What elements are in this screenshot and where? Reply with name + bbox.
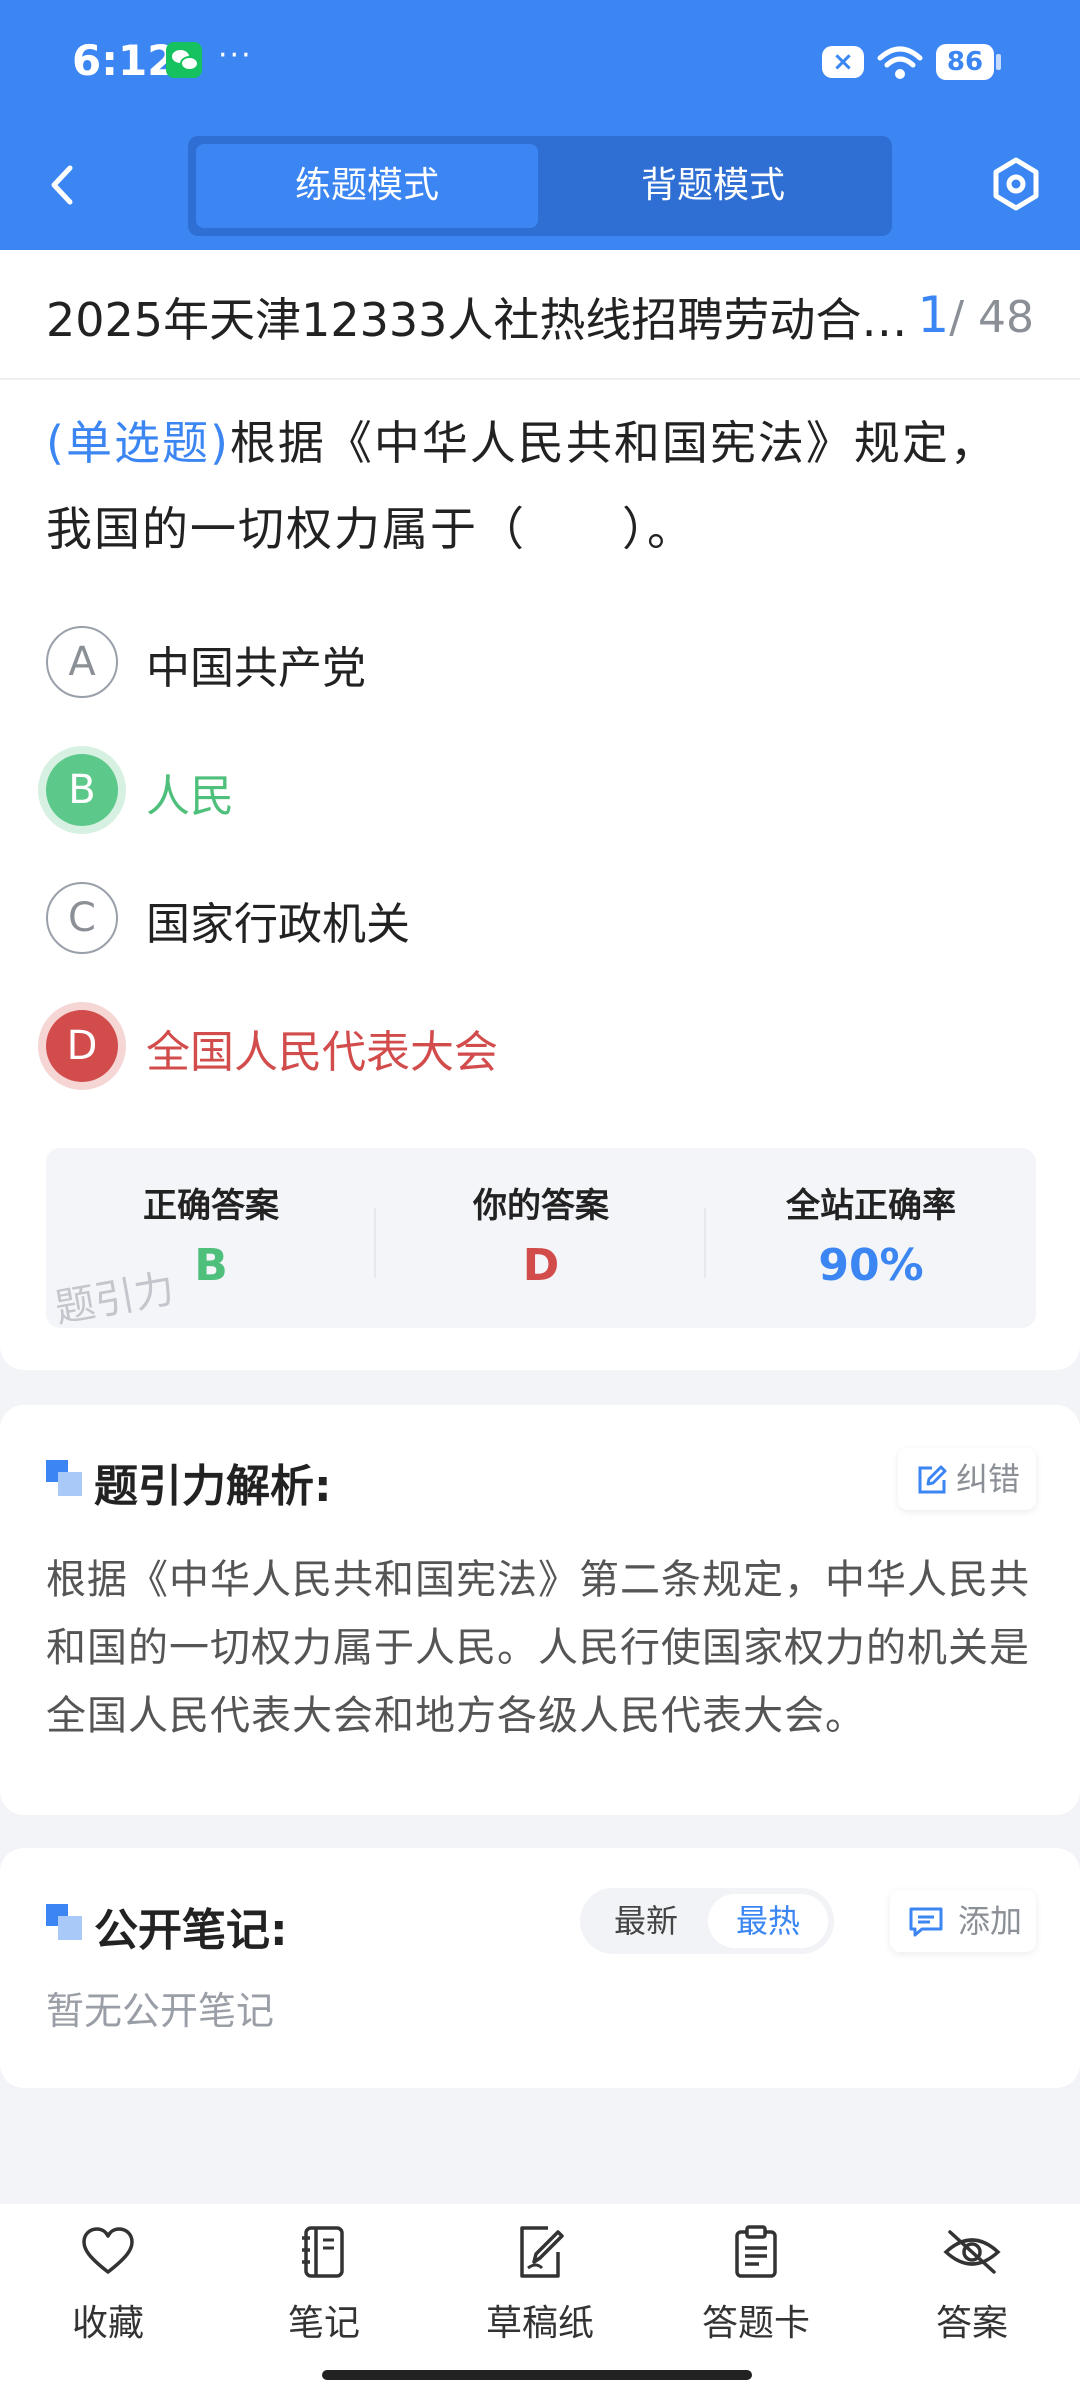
wifi-icon xyxy=(877,46,923,79)
status-time: 6:12 xyxy=(72,36,177,85)
sort-newest[interactable]: 最新 xyxy=(586,1894,706,1948)
option-text: 人民 xyxy=(146,771,234,822)
status-bar: 6:12 ··· × 86 xyxy=(0,0,1080,125)
your-answer-col: 你的答案 D xyxy=(376,1148,706,1328)
mute-icon: × xyxy=(822,46,864,78)
total-questions: / 48 xyxy=(949,292,1034,343)
question-type: (单选题) xyxy=(46,416,230,470)
draft-paper-button[interactable]: 草稿纸 xyxy=(450,2224,630,2374)
correct-answer-label: 正确答案 xyxy=(143,1186,279,1226)
add-note-label: 添加 xyxy=(958,1902,1023,1940)
show-answer-button[interactable]: 答案 xyxy=(882,2224,1062,2374)
notes-button[interactable]: 笔记 xyxy=(234,2224,414,2374)
accuracy-value: 90% xyxy=(818,1240,924,1291)
answer-summary: 正确答案 B 你的答案 D 全站正确率 90% 题引力 xyxy=(46,1148,1036,1332)
option-letter: D xyxy=(46,1010,118,1082)
tab-practice-mode[interactable]: 练题模式 xyxy=(196,144,538,228)
battery-cap xyxy=(996,54,1001,70)
exam-title: 2025年天津12333人社热线招聘劳动合同制... xyxy=(46,293,916,347)
section-icon xyxy=(46,1460,82,1496)
exam-title-row: 2025年天津12333人社热线招聘劳动合同制... 1/ 48 xyxy=(0,250,1080,380)
empty-notes-text: 暂无公开笔记 xyxy=(46,1989,275,2033)
notebook-icon xyxy=(302,2226,344,2278)
section-icon xyxy=(46,1904,82,1940)
sort-hottest[interactable]: 最热 xyxy=(708,1894,828,1948)
option-letter: B xyxy=(46,754,118,826)
report-error-button[interactable]: 纠错 xyxy=(898,1448,1036,1510)
favorite-label: 收藏 xyxy=(71,2303,144,2344)
accuracy-label: 全站正确率 xyxy=(786,1186,956,1226)
home-indicator[interactable] xyxy=(322,2370,752,2380)
favorite-button[interactable]: 收藏 xyxy=(18,2224,198,2374)
option-text: 国家行政机关 xyxy=(146,899,410,950)
eye-off-icon xyxy=(943,2230,1001,2274)
notes-title: 公开笔记: xyxy=(94,1905,288,1956)
current-question-number: 1 xyxy=(917,286,950,344)
comment-icon xyxy=(909,1907,943,1937)
option-c[interactable]: C 国家行政机关 xyxy=(46,882,946,958)
notes-card xyxy=(0,1848,1080,2088)
wechat-icon xyxy=(166,42,202,78)
header: 6:12 ··· × 86 练题模式 背题模式 xyxy=(0,0,1080,250)
option-b[interactable]: B 人民 xyxy=(46,754,946,830)
option-a[interactable]: A 中国共产党 xyxy=(46,626,946,702)
settings-icon[interactable] xyxy=(990,156,1042,212)
question-text: (单选题)根据《中华人民共和国宪法》规定，我国的一切权力属于（ ）。 xyxy=(46,400,1036,572)
back-icon[interactable] xyxy=(42,160,82,210)
report-error-label: 纠错 xyxy=(956,1460,1021,1498)
answer-sheet-icon xyxy=(735,2225,777,2278)
option-d[interactable]: D 全国人民代表大会 xyxy=(46,1010,946,1086)
option-text: 中国共产党 xyxy=(146,643,366,694)
draft-paper-icon xyxy=(520,2226,564,2278)
option-letter: A xyxy=(46,626,118,698)
answer-sheet-label: 答题卡 xyxy=(701,2303,810,2344)
battery-icon: 86 xyxy=(936,44,994,80)
notes-sort-toggle: 最新 最热 xyxy=(580,1888,834,1954)
your-answer-value: D xyxy=(522,1240,560,1291)
mode-switch: 练题模式 背题模式 xyxy=(188,136,892,236)
show-answer-label: 答案 xyxy=(935,2303,1008,2344)
more-notifications-icon: ··· xyxy=(218,38,253,73)
option-text: 全国人民代表大会 xyxy=(146,1027,498,1078)
question-counter[interactable]: 1/ 48 xyxy=(917,286,1034,344)
draft-paper-label: 草稿纸 xyxy=(485,2303,594,2344)
analysis-text: 根据《中华人民共和国宪法》第二条规定，中华人民共和国的一切权力属于人民。人民行使… xyxy=(46,1557,1030,1739)
answer-sheet-button[interactable]: 答题卡 xyxy=(666,2224,846,2374)
option-letter: C xyxy=(46,882,118,954)
add-note-button[interactable]: 添加 xyxy=(890,1890,1036,1952)
tab-memorize-mode[interactable]: 背题模式 xyxy=(542,144,884,228)
heart-icon xyxy=(82,2227,134,2274)
edit-icon xyxy=(918,1465,947,1494)
accuracy-col: 全站正确率 90% xyxy=(706,1148,1036,1328)
analysis-title: 题引力解析: xyxy=(94,1461,332,1512)
your-answer-label: 你的答案 xyxy=(473,1186,609,1226)
notes-label: 笔记 xyxy=(287,2303,360,2344)
